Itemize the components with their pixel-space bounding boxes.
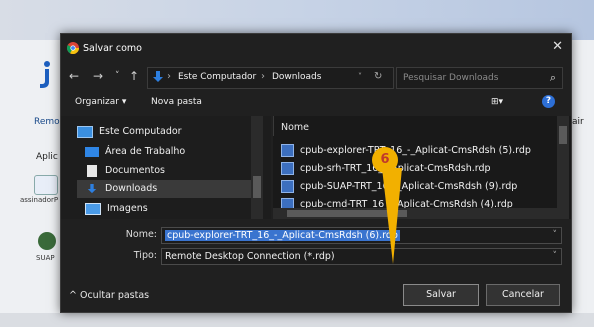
breadcrumb-this-pc[interactable]: Este Computador	[178, 72, 256, 82]
filetype-label: Tipo:	[133, 250, 157, 261]
command-toolbar: Organizar ▾ Nova pasta ⊞▾ ?	[61, 91, 571, 115]
nav-item-label: Imagens	[107, 203, 148, 214]
nav-item-label: Este Computador	[99, 126, 182, 137]
annotation-step-badge: 6	[372, 147, 398, 173]
desktop-icon	[85, 146, 99, 157]
save-as-dialog: Salvar como ✕ ← → ˅ ↑ › Este Computador …	[60, 33, 572, 313]
background-brand-text: Remo	[34, 117, 60, 127]
chrome-icon	[67, 42, 79, 54]
nav-item-downloads[interactable]: Downloads	[77, 180, 257, 198]
background-suap-label: SUAP	[36, 254, 55, 262]
file-row[interactable]: cpub-explorer-TRT_16_-_Aplicat-CmsRdsh (…	[281, 142, 541, 159]
breadcrumb-downloads[interactable]: Downloads	[272, 72, 321, 82]
background-suap-icon[interactable]	[38, 232, 56, 250]
file-pane-scroll-thumb[interactable]	[559, 126, 567, 144]
navigation-bar: ← → ˅ ↑ › Este Computador › Downloads ˅ …	[61, 61, 571, 91]
nav-item-desktop[interactable]: Área de Trabalho	[85, 143, 265, 161]
close-icon[interactable]: ✕	[552, 39, 563, 54]
background-logo	[30, 60, 54, 90]
save-fields: Nome: cpub-explorer-TRT_16_-_Aplicat-Cms…	[61, 224, 571, 269]
breadcrumb-separator-icon: ›	[167, 71, 171, 82]
nav-pane-scrollbar[interactable]	[251, 116, 263, 219]
filetype-dropdown-icon[interactable]: ˅	[553, 249, 558, 264]
filetype-value: Remote Desktop Connection (*.rdp)	[165, 251, 335, 262]
nav-item-label: Documentos	[105, 165, 165, 176]
dialog-footer: ^ Ocultar pastas Salvar Cancelar	[61, 274, 571, 312]
help-icon[interactable]: ?	[542, 95, 555, 108]
navigation-pane: Este Computador Área de Trabalho Documen…	[61, 116, 271, 219]
nav-item-label: Downloads	[105, 183, 158, 194]
file-pane-horizontal-scrollbar[interactable]	[273, 208, 569, 219]
background-right-text: air	[572, 117, 584, 127]
filename-label: Nome:	[125, 229, 157, 240]
hide-folders-button[interactable]: ^ Ocultar pastas	[69, 290, 149, 301]
download-arrow-icon	[153, 71, 163, 82]
background-bottom-strip	[0, 313, 594, 327]
background-apl-text: Aplic	[36, 152, 58, 162]
nav-item-documents[interactable]: Documentos	[85, 162, 265, 180]
column-separator	[273, 116, 274, 136]
annotation-arrow	[382, 168, 402, 264]
rdp-file-icon	[281, 180, 294, 193]
file-name: cpub-explorer-TRT_16_-_Aplicat-CmsRdsh (…	[300, 145, 531, 156]
nav-item-images[interactable]: Imagens	[85, 200, 265, 218]
up-arrow-icon[interactable]: ↑	[129, 69, 139, 83]
back-arrow-icon[interactable]: ←	[69, 69, 79, 83]
breadcrumb-separator-icon: ›	[261, 71, 265, 82]
save-button[interactable]: Salvar	[403, 284, 479, 306]
images-icon	[85, 202, 101, 215]
search-icon[interactable]: ⌕	[550, 71, 556, 85]
background-assinador-icon[interactable]	[34, 175, 58, 195]
address-dropdown-icon[interactable]: ˅	[358, 72, 362, 81]
filename-input[interactable]: cpub-explorer-TRT_16_-_Aplicat-CmsRdsh (…	[161, 227, 562, 244]
computer-icon	[77, 125, 93, 138]
file-pane-scrollbar[interactable]	[557, 116, 569, 208]
dialog-titlebar[interactable]: Salvar como ✕	[61, 34, 571, 61]
background-assinador-label: assinadorP	[20, 196, 59, 204]
organize-menu-button[interactable]: Organizar ▾	[75, 97, 126, 107]
nav-item-this-pc[interactable]: Este Computador	[77, 123, 257, 141]
cancel-button[interactable]: Cancelar	[486, 284, 560, 306]
rdp-file-icon	[281, 162, 294, 175]
dialog-title: Salvar como	[83, 43, 142, 54]
file-list-pane: Nome cpub-explorer-TRT_16_-_Aplicat-CmsR…	[273, 116, 571, 219]
refresh-icon[interactable]: ↻	[374, 71, 382, 82]
nav-item-label: Área de Trabalho	[105, 146, 186, 157]
downloads-icon	[87, 183, 97, 193]
filename-selected-text: cpub-explorer-TRT_16_-_Aplicat-CmsRdsh (…	[165, 230, 400, 241]
rdp-file-icon	[281, 144, 294, 157]
filename-dropdown-icon[interactable]: ˅	[553, 228, 558, 243]
new-folder-button[interactable]: Nova pasta	[151, 97, 202, 107]
filetype-select[interactable]: Remote Desktop Connection (*.rdp) ˅	[161, 248, 562, 265]
search-input[interactable]: Pesquisar Downloads	[403, 73, 498, 83]
recent-locations-icon[interactable]: ˅	[115, 71, 120, 81]
search-box[interactable]: Pesquisar Downloads ⌕	[396, 67, 563, 89]
forward-arrow-icon[interactable]: →	[93, 69, 103, 83]
column-header-name[interactable]: Nome	[281, 122, 309, 133]
documents-icon	[87, 164, 97, 177]
nav-pane-scroll-thumb[interactable]	[253, 176, 261, 198]
view-options-icon[interactable]: ⊞▾	[491, 97, 503, 107]
address-bar[interactable]: › Este Computador › Downloads ˅ ↻	[147, 67, 394, 89]
